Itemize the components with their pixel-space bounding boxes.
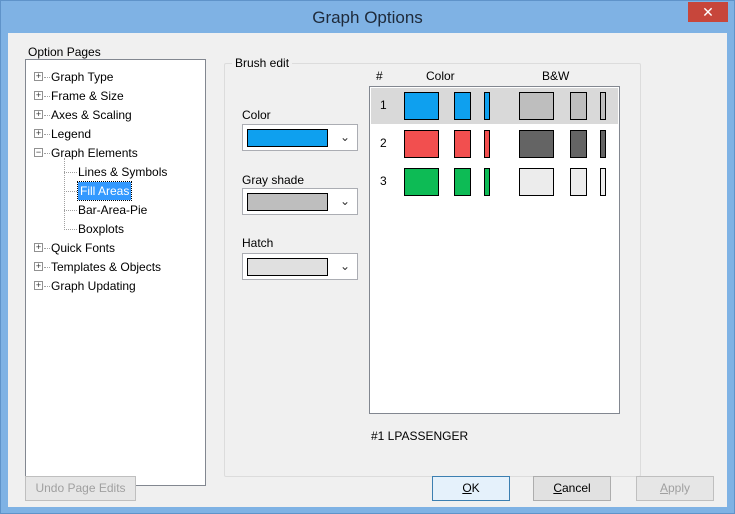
bw-swatch (600, 130, 606, 158)
chevron-down-icon[interactable]: ⌄ (336, 257, 354, 276)
brush-status-text: #1 LPASSENGER (371, 429, 469, 443)
color-swatch (454, 168, 471, 196)
collapse-icon[interactable]: − (34, 148, 43, 157)
expand-icon[interactable]: + (34, 262, 43, 271)
expand-icon[interactable]: + (34, 72, 43, 81)
apply-mnemonic: A (659, 481, 668, 495)
bw-swatch (519, 130, 554, 158)
chevron-down-icon[interactable]: ⌄ (336, 192, 354, 211)
tree-item-label: Graph Type (51, 70, 114, 84)
expand-icon[interactable]: + (34, 243, 43, 252)
tree-connector (44, 153, 50, 154)
tree-connector (64, 172, 77, 173)
bw-swatch (600, 168, 606, 196)
tree-connector (64, 191, 77, 192)
color-label: Color (242, 108, 271, 122)
tree-connector (44, 286, 50, 287)
title-bar[interactable]: Graph Options ✕ (1, 1, 734, 33)
cancel-label-rest: ancel (561, 481, 591, 495)
tree-connector (44, 115, 50, 116)
brush-edit-caption: Brush edit (232, 56, 293, 70)
color-swatch (404, 92, 439, 120)
expand-icon[interactable]: + (34, 281, 43, 290)
option-pages-caption: Option Pages (28, 45, 101, 59)
brush-color-header: Color (426, 69, 455, 83)
expand-icon[interactable]: + (34, 110, 43, 119)
tree-connector (44, 134, 50, 135)
brush-row-number: 3 (380, 174, 387, 188)
tree-connector (64, 229, 77, 230)
brush-row[interactable]: 2 (371, 126, 618, 162)
hatch-dropdown[interactable]: ⌄ (242, 253, 358, 280)
gray-shade-swatch (247, 193, 328, 211)
tree-item-label: Frame & Size (51, 89, 124, 103)
color-swatch (484, 168, 490, 196)
color-swatch (484, 130, 490, 158)
brush-row[interactable]: 1 (371, 88, 618, 124)
tree-item-label: Templates & Objects (51, 260, 162, 274)
tree-connector (44, 248, 50, 249)
tree-connector (44, 77, 50, 78)
tree-item-label: Bar-Area-Pie (78, 203, 148, 217)
hatch-label: Hatch (242, 236, 274, 250)
cancel-button[interactable]: Cancel (533, 476, 611, 501)
color-swatch (247, 129, 328, 147)
apply-label-rest: pply (668, 481, 691, 495)
color-swatch (404, 168, 439, 196)
gray-shade-label: Gray shade (242, 173, 305, 187)
tree-item-label: Lines & Symbols (78, 165, 168, 179)
tree-item-label: Axes & Scaling (51, 108, 132, 122)
ok-mnemonic: O (462, 481, 472, 495)
gray-shade-dropdown[interactable]: ⌄ (242, 188, 358, 215)
window-title: Graph Options (312, 8, 423, 27)
apply-button[interactable]: Apply (636, 476, 714, 501)
tree-connector (44, 96, 50, 97)
brush-row-number: 1 (380, 98, 387, 112)
dialog-body: Option Pages + Graph Type + Frame & Size + Ax… (8, 33, 727, 507)
brush-list[interactable]: 1 2 3 (369, 86, 620, 414)
tree-item-label: Legend (51, 127, 92, 141)
color-dropdown[interactable]: ⌄ (242, 124, 358, 151)
bw-swatch (600, 92, 606, 120)
graph-options-dialog: Graph Options ✕ Option Pages + Graph Type… (0, 0, 735, 514)
bw-swatch (570, 168, 587, 196)
tree-connector (64, 210, 77, 211)
cancel-mnemonic: C (553, 481, 562, 495)
ok-label-rest: K (471, 481, 480, 495)
tree-branch-line (64, 158, 65, 230)
tree-item-label-selected: Fill Areas (76, 181, 133, 201)
brush-row-number: 2 (380, 136, 387, 150)
brush-bw-header: B&W (542, 69, 570, 83)
brush-num-header: # (376, 69, 383, 83)
bw-swatch (570, 92, 587, 120)
hatch-swatch (247, 258, 328, 276)
tree-item-label: Boxplots (78, 222, 125, 236)
color-swatch (454, 92, 471, 120)
bw-swatch (570, 130, 587, 158)
undo-page-edits-button[interactable]: Undo Page Edits (25, 476, 136, 501)
color-swatch (404, 130, 439, 158)
tree-item-label: Graph Updating (51, 279, 136, 293)
option-pages-tree[interactable]: + Graph Type + Frame & Size + Axes & Scaling +… (25, 59, 206, 486)
expand-icon[interactable]: + (34, 129, 43, 138)
tree-connector (44, 267, 50, 268)
bw-swatch (519, 168, 554, 196)
close-button[interactable]: ✕ (688, 2, 728, 22)
color-swatch (454, 130, 471, 158)
bw-swatch (519, 92, 554, 120)
chevron-down-icon[interactable]: ⌄ (336, 128, 354, 147)
tree-item-label: Quick Fonts (51, 241, 116, 255)
brush-row[interactable]: 3 (371, 164, 618, 200)
color-swatch (484, 92, 490, 120)
expand-icon[interactable]: + (34, 91, 43, 100)
ok-button[interactable]: OK (432, 476, 510, 501)
